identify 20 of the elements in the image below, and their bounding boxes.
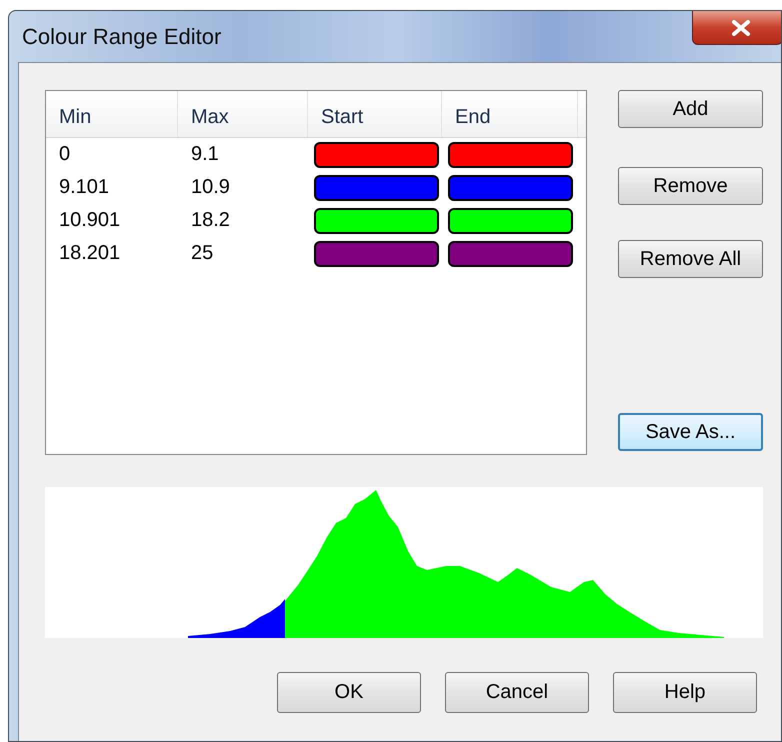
column-header[interactable]: Min — [46, 91, 178, 137]
table-cell-text: 9.101 — [58, 176, 110, 199]
table-cell-text: 10.901 — [58, 209, 122, 232]
table-cell-text: 18.201 — [58, 242, 122, 265]
dialog-button[interactable]: Add — [618, 90, 763, 128]
dialog-button[interactable]: Remove — [618, 167, 763, 205]
dialog-button[interactable]: OK — [277, 672, 421, 713]
dialog-button[interactable]: Help — [613, 672, 757, 713]
column-header[interactable]: End — [442, 91, 578, 137]
table-cell-text: 9.1 — [190, 143, 220, 166]
column-header[interactable]: Start — [308, 91, 442, 137]
table-cell-text: 0 — [58, 143, 72, 166]
dialog-button[interactable]: Remove All — [618, 240, 763, 278]
column-header[interactable]: Max — [178, 91, 308, 137]
dialog-button[interactable]: Cancel — [445, 672, 589, 713]
table-cell-text: 25 — [190, 242, 214, 265]
table-cell-text: 10.9 — [190, 176, 231, 199]
dialog-button[interactable]: Save As... — [618, 413, 763, 451]
table-cell-text: 18.2 — [190, 209, 231, 232]
window-title: Colour Range Editor — [22, 24, 222, 50]
